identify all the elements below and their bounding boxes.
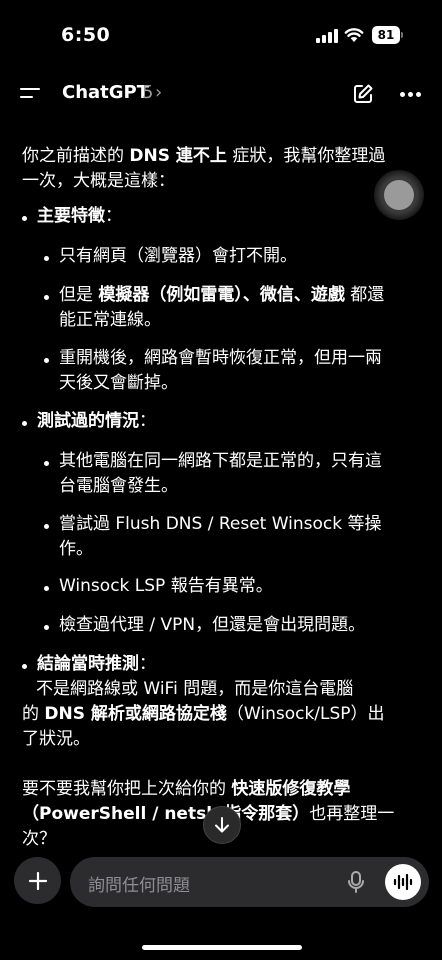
list-item: 重開機後，網路會暫時恢復正常，但用一兩 天後又會斷掉。: [59, 348, 382, 393]
cellular-signal-icon: [316, 29, 338, 43]
list-item: 只有網頁（瀏覽器）會打不開。: [59, 246, 297, 266]
bullet-dot: [44, 625, 49, 630]
model-version[interactable]: 5: [142, 82, 153, 103]
bullet-dot: [44, 256, 49, 261]
input-placeholder: 詢問任何問題: [88, 876, 190, 896]
bullet-dot: [44, 524, 49, 529]
battery-cap: [401, 32, 403, 38]
compose-icon[interactable]: [351, 82, 375, 106]
orb-icon: [384, 180, 414, 210]
list-item: 其他電腦在同一網路下都是正常的，只有這 台電腦會發生。: [59, 451, 382, 496]
add-attachment-button[interactable]: [14, 857, 61, 904]
bullet-dot: [44, 586, 49, 591]
scroll-down-button[interactable]: [203, 806, 241, 844]
bullet-dot: [22, 421, 27, 426]
arrow-down-icon: [215, 817, 229, 833]
app-header: ChatGPT 5 ›: [0, 72, 442, 116]
mic-icon[interactable]: [344, 870, 368, 894]
battery-indicator: 81: [372, 26, 400, 44]
intro-paragraph: 你之前描述的 DNS 連不上 症狀，我幫你整理過 一次，大概是這樣：: [22, 146, 386, 191]
bullet-dot: [44, 295, 49, 300]
conclusion-paragraph: 不是網路線或 WiFi 問題，而是你這台電腦 的 DNS 解析或網路協定棧（Wi…: [22, 679, 385, 749]
voice-waveform-icon: [393, 873, 413, 891]
list-item: 檢查過代理 / VPN，但還是會出現問題。: [59, 615, 366, 635]
more-icon[interactable]: [400, 92, 422, 98]
bullet-dot: [44, 358, 49, 363]
section-heading-conclusion: 結論當時推測：: [37, 654, 156, 674]
list-item: 但是 模擬器（例如雷電）、微信、遊戲 都還 能正常連線。: [59, 285, 385, 330]
floating-voice-orb[interactable]: [374, 170, 424, 220]
voice-mode-button[interactable]: [385, 864, 421, 900]
message-input[interactable]: 詢問任何問題: [70, 857, 429, 907]
section-heading-tested: 測試過的情況：: [37, 411, 156, 431]
bullet-dot: [22, 216, 27, 221]
app-title[interactable]: ChatGPT: [62, 82, 149, 103]
home-indicator: [142, 945, 302, 950]
chevron-right-icon[interactable]: ›: [155, 82, 162, 103]
composer-bar: 詢問任何問題: [0, 852, 442, 912]
list-item: 嘗試過 Flush DNS / Reset Winsock 等操 作。: [59, 514, 382, 559]
menu-icon[interactable]: [20, 85, 42, 103]
bullet-dot: [44, 461, 49, 466]
status-bar: 6:50 81: [0, 0, 442, 70]
wifi-icon: [344, 28, 364, 42]
bullet-dot: [22, 664, 27, 669]
list-item: Winsock LSP 報告有異常。: [59, 576, 273, 596]
section-heading-features: 主要特徵：: [37, 206, 122, 226]
status-time: 6:50: [61, 24, 111, 46]
plus-icon: [28, 871, 47, 890]
